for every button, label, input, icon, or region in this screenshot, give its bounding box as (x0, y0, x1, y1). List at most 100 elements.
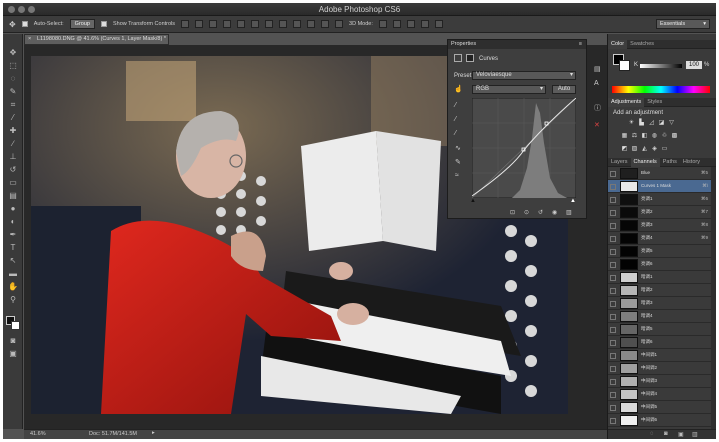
bg-color-chip[interactable] (619, 60, 630, 71)
hue-saturation-icon[interactable]: ▦ (621, 133, 628, 140)
path-select-tool-icon[interactable]: ↖ (8, 256, 18, 266)
align-left-button[interactable] (223, 20, 232, 28)
brightness-contrast-icon[interactable]: ☀ (628, 120, 635, 127)
slide-3d-button[interactable] (420, 20, 429, 28)
curves-icon[interactable]: ◿ (648, 120, 655, 127)
character-icon[interactable]: A (594, 80, 599, 87)
brush-tool-icon[interactable]: ∕ (8, 139, 18, 149)
visibility-toggle[interactable] (610, 379, 616, 385)
distribute-top-button[interactable] (265, 20, 274, 28)
tab-history[interactable]: History (680, 158, 703, 167)
visibility-toggle[interactable] (610, 275, 616, 281)
channel-dropdown[interactable]: RGB ▾ (472, 85, 546, 94)
black-white-icon[interactable]: ◧ (641, 133, 648, 140)
visibility-toggle[interactable] (610, 262, 616, 268)
visibility-toggle[interactable] (610, 249, 616, 255)
workspace-dropdown[interactable]: Essentials ▾ (656, 19, 710, 29)
auto-select-checkbox[interactable] (21, 21, 28, 27)
channel-row[interactable]: 中间调6 (608, 414, 711, 427)
black-point-slider[interactable]: ▲ (470, 198, 476, 204)
preset-dropdown[interactable]: Veloviaesque ▾ (472, 71, 576, 80)
visibility-toggle[interactable] (610, 301, 616, 307)
distribute-center-button[interactable] (321, 20, 330, 28)
load-selection-icon[interactable]: ◌ (650, 431, 654, 437)
dodge-tool-icon[interactable]: ◐ (8, 217, 18, 227)
visibility-toggle[interactable] (610, 184, 616, 190)
tools-x-icon[interactable]: ✕ (594, 121, 600, 129)
gradient-tool-icon[interactable]: ▤ (8, 191, 18, 201)
channel-row[interactable]: 暗调1 (608, 271, 711, 284)
vibrance-icon[interactable]: ▽ (668, 120, 675, 127)
visibility-toggle[interactable] (610, 353, 616, 359)
tab-color[interactable]: Color (608, 40, 628, 49)
visibility-toggle[interactable] (610, 210, 616, 216)
chevron-right-icon[interactable]: ▸ (152, 430, 155, 436)
channel-mixer-icon[interactable]: ♲ (661, 133, 668, 140)
visibility-toggle[interactable] (610, 223, 616, 229)
curves-graph[interactable] (472, 98, 576, 198)
selective-color-icon[interactable]: ◈ (651, 146, 658, 153)
visibility-toggle[interactable] (610, 366, 616, 372)
visibility-icon[interactable]: ◉ (552, 209, 557, 216)
tab-channels[interactable]: Channels (630, 158, 660, 167)
channel-row[interactable]: 中间调4 (608, 388, 711, 401)
exposure-icon[interactable]: ◪ (658, 120, 665, 127)
zoom-tool-icon[interactable]: ⚲ (8, 295, 18, 305)
lasso-tool-icon[interactable]: ◌ (8, 74, 18, 84)
k-value-field[interactable]: 100 (686, 61, 702, 69)
channel-row[interactable]: 中间调5 (608, 401, 711, 414)
pencil-icon[interactable]: ✎ (455, 158, 461, 166)
hand-adjust-icon[interactable]: ☝ (454, 85, 463, 93)
transform-controls-checkbox[interactable] (100, 21, 107, 27)
view-previous-icon[interactable]: ⊙ (524, 209, 529, 216)
pen-tool-icon[interactable]: ✒ (8, 230, 18, 240)
distribute-middle-button[interactable] (279, 20, 288, 28)
layer-mask-icon[interactable] (466, 54, 474, 62)
distribute-bottom-button[interactable] (293, 20, 302, 28)
eyedropper-black-icon[interactable]: ⁄ (455, 102, 456, 109)
eyedropper-gray-icon[interactable]: ⁄ (455, 116, 456, 123)
channel-row[interactable]: Curves 1 Mask ⌘\ (608, 180, 711, 193)
channels-scrollbar[interactable] (711, 167, 716, 429)
channel-row[interactable]: 亮调2 ⌘7 (608, 206, 711, 219)
tab-adjustments[interactable]: Adjustments (608, 98, 645, 107)
channel-row[interactable]: 亮调6 (608, 258, 711, 271)
visibility-toggle[interactable] (610, 405, 616, 411)
quick-mask-icon[interactable]: ◙ (8, 336, 18, 346)
align-middle-button[interactable] (195, 20, 204, 28)
channel-row[interactable]: 暗调4 (608, 310, 711, 323)
info-icon[interactable]: ⓘ (594, 103, 601, 113)
new-channel-icon[interactable]: ▣ (678, 431, 684, 438)
visibility-toggle[interactable] (610, 392, 616, 398)
quick-select-tool-icon[interactable]: ✎ (8, 87, 18, 97)
channel-row[interactable]: 中间调3 (608, 375, 711, 388)
history-brush-tool-icon[interactable]: ↺ (8, 165, 18, 175)
visibility-toggle[interactable] (610, 288, 616, 294)
doc-size[interactable]: Doc: 51.7M/141.5M (89, 431, 137, 437)
drag-3d-button[interactable] (406, 20, 415, 28)
visibility-toggle[interactable] (610, 314, 616, 320)
tab-paths[interactable]: Paths (660, 158, 680, 167)
align-bottom-button[interactable] (209, 20, 218, 28)
move-tool-icon[interactable]: ✥ (8, 48, 18, 58)
channel-row[interactable]: 亮调4 ⌘9 (608, 232, 711, 245)
visibility-toggle[interactable] (610, 327, 616, 333)
healing-brush-tool-icon[interactable]: ✚ (8, 126, 18, 136)
hand-tool-icon[interactable]: ✋ (8, 282, 18, 292)
type-tool-icon[interactable]: T (8, 243, 18, 253)
k-slider[interactable] (640, 64, 682, 68)
zoom-level[interactable]: 41.6% (30, 431, 46, 437)
move-tool-icon[interactable]: ✥ (9, 20, 16, 29)
tool-presets-icon[interactable]: ▤ (594, 65, 601, 73)
channel-row[interactable]: 暗调6 (608, 336, 711, 349)
scale-3d-button[interactable] (434, 20, 443, 28)
white-point-slider[interactable]: ▲ (570, 198, 576, 204)
channel-row[interactable]: 暗调5 (608, 323, 711, 336)
tab-swatches[interactable]: Swatches (627, 40, 657, 49)
reset-icon[interactable]: ↺ (538, 209, 543, 216)
auto-select-dropdown[interactable]: Group (69, 19, 95, 29)
clone-stamp-tool-icon[interactable]: ⊥ (8, 152, 18, 162)
save-selection-icon[interactable]: ◙ (664, 431, 668, 437)
visibility-toggle[interactable] (610, 236, 616, 242)
document-tab[interactable]: × L1198080.DNG @ 41.6% (Curves 1, Layer … (24, 34, 169, 45)
